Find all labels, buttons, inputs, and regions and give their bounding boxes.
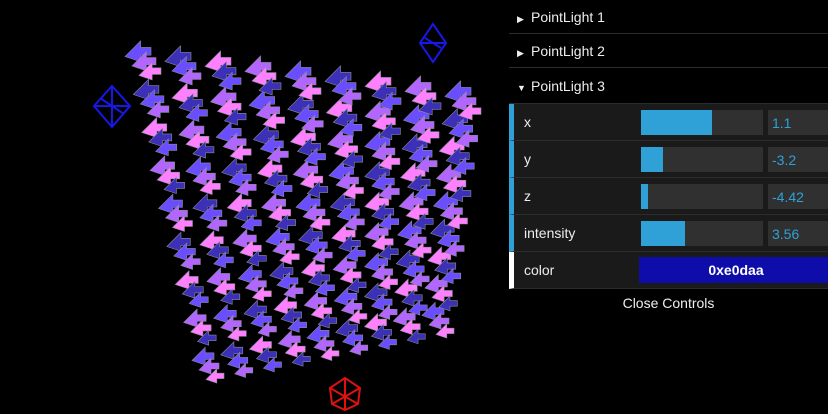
y-input[interactable]	[768, 147, 828, 172]
control-label: z	[524, 188, 531, 204]
folder-pointlight-2[interactable]: ▶ PointLight 2	[509, 34, 828, 68]
dat-gui-panel: ▶ PointLight 1 ▶ PointLight 2 ▼ PointLight …	[509, 0, 828, 317]
control-y: y	[509, 141, 828, 178]
y-slider[interactable]	[641, 147, 763, 172]
slider-fill	[641, 147, 663, 172]
arrow-cube	[124, 40, 482, 384]
point-light-3-helper	[328, 376, 362, 412]
caret-right-icon: ▶	[517, 14, 524, 24]
control-label: intensity	[524, 225, 576, 241]
color-picker[interactable]: 0xe0daa	[639, 257, 828, 283]
z-input[interactable]	[768, 184, 828, 209]
point-light-1-helper	[92, 84, 132, 129]
control-intensity: intensity	[509, 215, 828, 252]
control-x: x	[509, 104, 828, 141]
point-light-2-helper	[418, 22, 448, 64]
control-label: y	[524, 151, 531, 167]
intensity-slider[interactable]	[641, 221, 763, 246]
folder-title-label: PointLight 1	[531, 9, 605, 25]
control-label: x	[524, 114, 531, 130]
caret-down-icon: ▼	[517, 83, 526, 93]
folder-pointlight-3[interactable]: ▼ PointLight 3	[509, 68, 828, 104]
folder-pointlight-1[interactable]: ▶ PointLight 1	[509, 0, 828, 34]
control-label: color	[524, 262, 555, 278]
slider-fill	[641, 184, 649, 209]
close-controls-button[interactable]: Close Controls	[509, 289, 828, 317]
z-slider[interactable]	[641, 184, 763, 209]
control-color: color 0xe0daa	[509, 252, 828, 289]
folder-title-label: PointLight 2	[531, 43, 605, 59]
x-slider[interactable]	[641, 110, 763, 135]
slider-fill	[641, 110, 712, 135]
folder-title-label: PointLight 3	[531, 78, 605, 94]
intensity-input[interactable]	[768, 221, 828, 246]
control-z: z	[509, 178, 828, 215]
slider-fill	[641, 221, 685, 246]
caret-right-icon: ▶	[517, 48, 524, 58]
x-input[interactable]	[768, 110, 828, 135]
